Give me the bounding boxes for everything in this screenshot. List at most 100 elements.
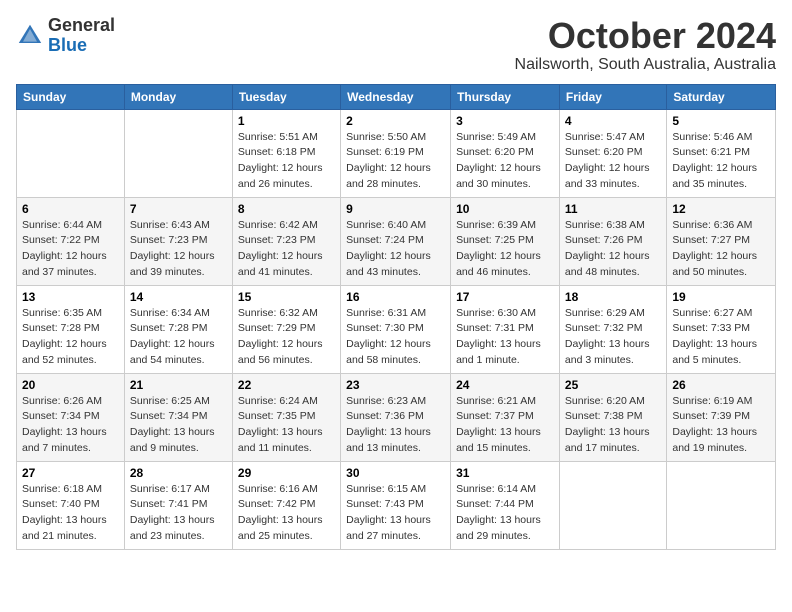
day-number: 14 bbox=[130, 290, 227, 304]
day-number: 5 bbox=[672, 114, 770, 128]
day-info: Sunrise: 6:43 AM Sunset: 7:23 PM Dayligh… bbox=[130, 218, 227, 281]
calendar-cell: 27 Sunrise: 6:18 AM Sunset: 7:40 PM Dayl… bbox=[17, 461, 125, 549]
day-number: 9 bbox=[346, 202, 445, 216]
calendar-cell bbox=[559, 461, 666, 549]
calendar-week-row: 6 Sunrise: 6:44 AM Sunset: 7:22 PM Dayli… bbox=[17, 197, 776, 285]
day-info: Sunrise: 6:39 AM Sunset: 7:25 PM Dayligh… bbox=[456, 218, 554, 281]
day-info: Sunrise: 6:23 AM Sunset: 7:36 PM Dayligh… bbox=[346, 394, 445, 457]
logo-general: General bbox=[48, 16, 115, 36]
calendar-cell: 20 Sunrise: 6:26 AM Sunset: 7:34 PM Dayl… bbox=[17, 373, 125, 461]
day-number: 29 bbox=[238, 466, 335, 480]
day-info: Sunrise: 6:29 AM Sunset: 7:32 PM Dayligh… bbox=[565, 306, 661, 369]
calendar-cell: 29 Sunrise: 6:16 AM Sunset: 7:42 PM Dayl… bbox=[232, 461, 340, 549]
day-info: Sunrise: 5:51 AM Sunset: 6:18 PM Dayligh… bbox=[238, 130, 335, 193]
logo-text: General Blue bbox=[48, 16, 115, 56]
calendar-cell bbox=[667, 461, 776, 549]
day-info: Sunrise: 6:32 AM Sunset: 7:29 PM Dayligh… bbox=[238, 306, 335, 369]
calendar-week-row: 27 Sunrise: 6:18 AM Sunset: 7:40 PM Dayl… bbox=[17, 461, 776, 549]
calendar-cell: 3 Sunrise: 5:49 AM Sunset: 6:20 PM Dayli… bbox=[451, 109, 560, 197]
calendar-cell bbox=[124, 109, 232, 197]
calendar-cell: 24 Sunrise: 6:21 AM Sunset: 7:37 PM Dayl… bbox=[451, 373, 560, 461]
calendar-cell: 31 Sunrise: 6:14 AM Sunset: 7:44 PM Dayl… bbox=[451, 461, 560, 549]
calendar-cell: 2 Sunrise: 5:50 AM Sunset: 6:19 PM Dayli… bbox=[341, 109, 451, 197]
column-header-friday: Friday bbox=[559, 84, 666, 109]
day-info: Sunrise: 6:20 AM Sunset: 7:38 PM Dayligh… bbox=[565, 394, 661, 457]
day-info: Sunrise: 6:25 AM Sunset: 7:34 PM Dayligh… bbox=[130, 394, 227, 457]
calendar-cell: 6 Sunrise: 6:44 AM Sunset: 7:22 PM Dayli… bbox=[17, 197, 125, 285]
column-header-saturday: Saturday bbox=[667, 84, 776, 109]
day-info: Sunrise: 6:31 AM Sunset: 7:30 PM Dayligh… bbox=[346, 306, 445, 369]
calendar-week-row: 20 Sunrise: 6:26 AM Sunset: 7:34 PM Dayl… bbox=[17, 373, 776, 461]
day-number: 19 bbox=[672, 290, 770, 304]
calendar-cell: 17 Sunrise: 6:30 AM Sunset: 7:31 PM Dayl… bbox=[451, 285, 560, 373]
day-info: Sunrise: 6:35 AM Sunset: 7:28 PM Dayligh… bbox=[22, 306, 119, 369]
day-number: 6 bbox=[22, 202, 119, 216]
day-info: Sunrise: 6:19 AM Sunset: 7:39 PM Dayligh… bbox=[672, 394, 770, 457]
day-info: Sunrise: 6:36 AM Sunset: 7:27 PM Dayligh… bbox=[672, 218, 770, 281]
day-number: 13 bbox=[22, 290, 119, 304]
day-number: 31 bbox=[456, 466, 554, 480]
calendar-cell: 18 Sunrise: 6:29 AM Sunset: 7:32 PM Dayl… bbox=[559, 285, 666, 373]
day-info: Sunrise: 5:46 AM Sunset: 6:21 PM Dayligh… bbox=[672, 130, 770, 193]
day-info: Sunrise: 6:16 AM Sunset: 7:42 PM Dayligh… bbox=[238, 482, 335, 545]
day-number: 25 bbox=[565, 378, 661, 392]
calendar-cell: 11 Sunrise: 6:38 AM Sunset: 7:26 PM Dayl… bbox=[559, 197, 666, 285]
day-number: 15 bbox=[238, 290, 335, 304]
calendar-table: SundayMondayTuesdayWednesdayThursdayFrid… bbox=[16, 84, 776, 550]
day-info: Sunrise: 5:49 AM Sunset: 6:20 PM Dayligh… bbox=[456, 130, 554, 193]
day-info: Sunrise: 6:17 AM Sunset: 7:41 PM Dayligh… bbox=[130, 482, 227, 545]
calendar-cell: 25 Sunrise: 6:20 AM Sunset: 7:38 PM Dayl… bbox=[559, 373, 666, 461]
day-number: 8 bbox=[238, 202, 335, 216]
day-number: 7 bbox=[130, 202, 227, 216]
calendar-cell: 13 Sunrise: 6:35 AM Sunset: 7:28 PM Dayl… bbox=[17, 285, 125, 373]
logo: General Blue bbox=[16, 16, 115, 56]
calendar-cell: 10 Sunrise: 6:39 AM Sunset: 7:25 PM Dayl… bbox=[451, 197, 560, 285]
column-header-sunday: Sunday bbox=[17, 84, 125, 109]
calendar-cell: 15 Sunrise: 6:32 AM Sunset: 7:29 PM Dayl… bbox=[232, 285, 340, 373]
calendar-cell: 16 Sunrise: 6:31 AM Sunset: 7:30 PM Dayl… bbox=[341, 285, 451, 373]
day-info: Sunrise: 6:15 AM Sunset: 7:43 PM Dayligh… bbox=[346, 482, 445, 545]
day-info: Sunrise: 5:47 AM Sunset: 6:20 PM Dayligh… bbox=[565, 130, 661, 193]
day-number: 1 bbox=[238, 114, 335, 128]
column-header-wednesday: Wednesday bbox=[341, 84, 451, 109]
calendar-cell: 14 Sunrise: 6:34 AM Sunset: 7:28 PM Dayl… bbox=[124, 285, 232, 373]
logo-icon bbox=[16, 22, 44, 50]
day-number: 4 bbox=[565, 114, 661, 128]
day-info: Sunrise: 5:50 AM Sunset: 6:19 PM Dayligh… bbox=[346, 130, 445, 193]
calendar-cell: 8 Sunrise: 6:42 AM Sunset: 7:23 PM Dayli… bbox=[232, 197, 340, 285]
day-number: 27 bbox=[22, 466, 119, 480]
title-area: October 2024 Nailsworth, South Australia… bbox=[515, 16, 776, 74]
day-number: 26 bbox=[672, 378, 770, 392]
day-number: 10 bbox=[456, 202, 554, 216]
day-number: 17 bbox=[456, 290, 554, 304]
calendar-cell: 30 Sunrise: 6:15 AM Sunset: 7:43 PM Dayl… bbox=[341, 461, 451, 549]
day-info: Sunrise: 6:18 AM Sunset: 7:40 PM Dayligh… bbox=[22, 482, 119, 545]
day-info: Sunrise: 6:42 AM Sunset: 7:23 PM Dayligh… bbox=[238, 218, 335, 281]
calendar-cell: 21 Sunrise: 6:25 AM Sunset: 7:34 PM Dayl… bbox=[124, 373, 232, 461]
day-info: Sunrise: 6:44 AM Sunset: 7:22 PM Dayligh… bbox=[22, 218, 119, 281]
day-number: 30 bbox=[346, 466, 445, 480]
day-info: Sunrise: 6:38 AM Sunset: 7:26 PM Dayligh… bbox=[565, 218, 661, 281]
day-number: 28 bbox=[130, 466, 227, 480]
calendar-cell: 7 Sunrise: 6:43 AM Sunset: 7:23 PM Dayli… bbox=[124, 197, 232, 285]
month-title: October 2024 bbox=[515, 16, 776, 56]
calendar-cell: 5 Sunrise: 5:46 AM Sunset: 6:21 PM Dayli… bbox=[667, 109, 776, 197]
calendar-cell: 9 Sunrise: 6:40 AM Sunset: 7:24 PM Dayli… bbox=[341, 197, 451, 285]
calendar-week-row: 13 Sunrise: 6:35 AM Sunset: 7:28 PM Dayl… bbox=[17, 285, 776, 373]
day-info: Sunrise: 6:34 AM Sunset: 7:28 PM Dayligh… bbox=[130, 306, 227, 369]
logo-blue: Blue bbox=[48, 36, 115, 56]
calendar-cell: 28 Sunrise: 6:17 AM Sunset: 7:41 PM Dayl… bbox=[124, 461, 232, 549]
day-number: 2 bbox=[346, 114, 445, 128]
calendar-cell: 23 Sunrise: 6:23 AM Sunset: 7:36 PM Dayl… bbox=[341, 373, 451, 461]
day-info: Sunrise: 6:21 AM Sunset: 7:37 PM Dayligh… bbox=[456, 394, 554, 457]
calendar-week-row: 1 Sunrise: 5:51 AM Sunset: 6:18 PM Dayli… bbox=[17, 109, 776, 197]
day-number: 23 bbox=[346, 378, 445, 392]
day-number: 12 bbox=[672, 202, 770, 216]
day-number: 21 bbox=[130, 378, 227, 392]
day-number: 20 bbox=[22, 378, 119, 392]
location-title: Nailsworth, South Australia, Australia bbox=[515, 56, 776, 74]
calendar-header-row: SundayMondayTuesdayWednesdayThursdayFrid… bbox=[17, 84, 776, 109]
column-header-tuesday: Tuesday bbox=[232, 84, 340, 109]
calendar-cell: 4 Sunrise: 5:47 AM Sunset: 6:20 PM Dayli… bbox=[559, 109, 666, 197]
day-number: 3 bbox=[456, 114, 554, 128]
